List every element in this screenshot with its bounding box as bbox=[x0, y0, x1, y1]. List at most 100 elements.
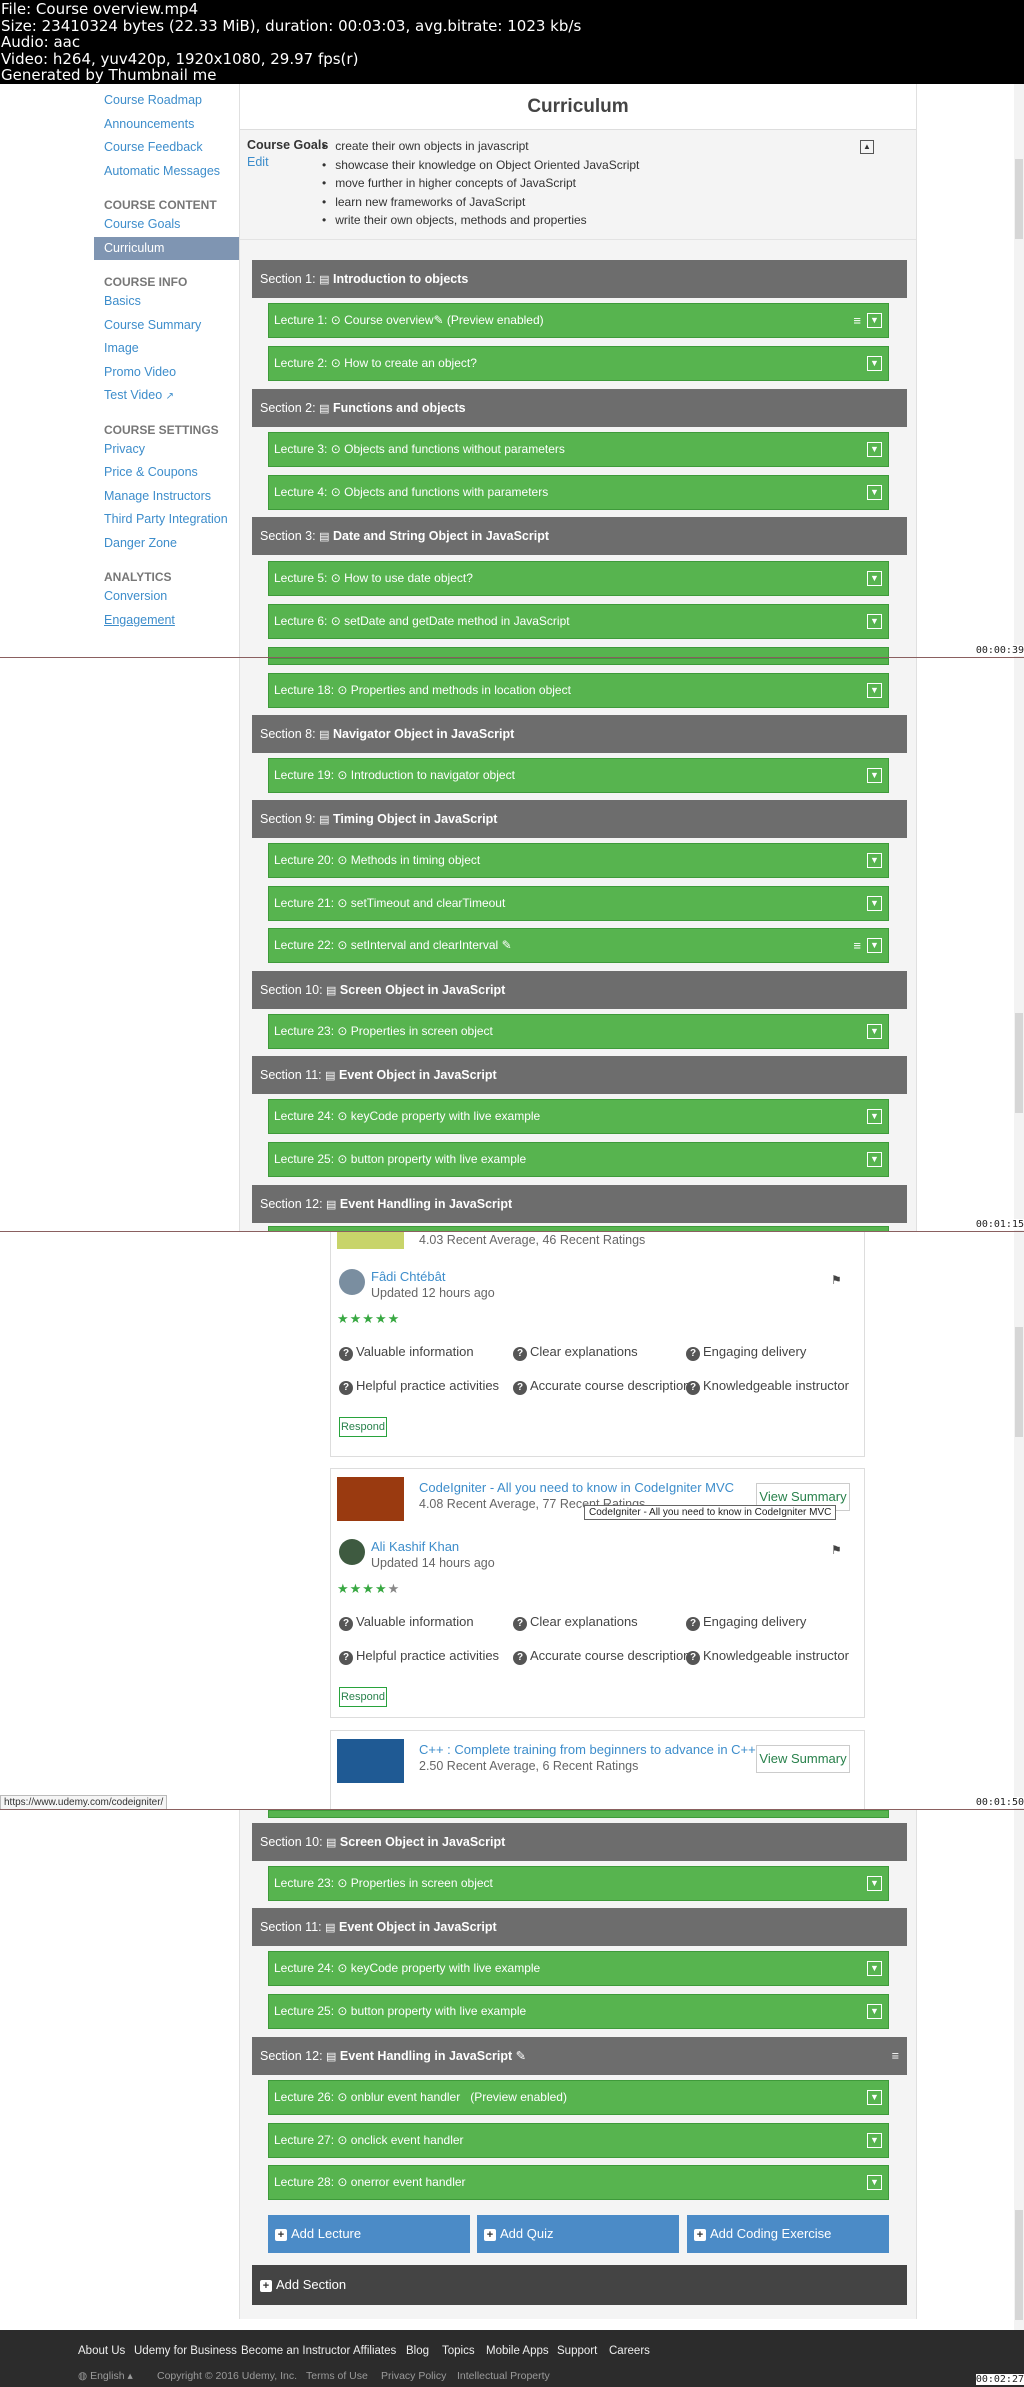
expand-down-icon[interactable]: ▼ bbox=[867, 313, 882, 328]
footer-link-ip[interactable]: Intellectual Property bbox=[457, 2370, 550, 2382]
sidebar-link-messages[interactable]: Automatic Messages bbox=[94, 160, 239, 184]
vertical-scrollbar[interactable] bbox=[1014, 1232, 1024, 1809]
expand-down-icon[interactable]: ▼ bbox=[867, 1152, 882, 1167]
view-summary-button[interactable]: View Summary bbox=[756, 1745, 850, 1773]
section-header[interactable]: Section 3: ▤ Date and String Object in J… bbox=[252, 517, 907, 555]
respond-button[interactable]: Respond bbox=[339, 1687, 387, 1707]
course-title-link[interactable]: C++ : Complete training from beginners t… bbox=[419, 1742, 756, 1757]
language-selector[interactable]: ◍ English ▴ bbox=[78, 2370, 133, 2382]
footer-link-business[interactable]: Udemy for Business bbox=[134, 2345, 237, 2357]
lecture-row[interactable]: Lecture 22: ⊙ setInterval and clearInter… bbox=[268, 928, 889, 963]
expand-down-icon[interactable]: ▼ bbox=[867, 2133, 882, 2148]
expand-down-icon[interactable]: ▼ bbox=[867, 1024, 882, 1039]
course-goals-edit-link[interactable]: Edit bbox=[247, 155, 269, 169]
footer-link-terms[interactable]: Terms of Use bbox=[306, 2370, 368, 2382]
expand-down-icon[interactable]: ▼ bbox=[867, 442, 882, 457]
footer-link-about[interactable]: About Us bbox=[78, 2345, 125, 2357]
vertical-scrollbar[interactable] bbox=[1014, 84, 1024, 657]
sidebar-link-announcements[interactable]: Announcements bbox=[94, 113, 239, 137]
section-header[interactable]: Section 10: ▤ Screen Object in JavaScrip… bbox=[252, 1823, 907, 1861]
lecture-row[interactable]: Lecture 4: ⊙ Objects and functions with … bbox=[268, 475, 889, 510]
footer-link-blog[interactable]: Blog bbox=[406, 2345, 429, 2357]
sidebar-link-engagement[interactable]: Engagement bbox=[94, 609, 239, 633]
expand-down-icon[interactable]: ▼ bbox=[867, 768, 882, 783]
lecture-row[interactable]: Lecture 6: ⊙ setDate and getDate method … bbox=[268, 604, 889, 639]
expand-down-icon[interactable]: ▼ bbox=[867, 356, 882, 371]
lecture-row[interactable]: Lecture 1: ⊙ Course overview✎ (Preview e… bbox=[268, 303, 889, 338]
lecture-row[interactable]: Lecture 20: ⊙ Methods in timing object ▼ bbox=[268, 843, 889, 878]
expand-down-icon[interactable]: ▼ bbox=[867, 1961, 882, 1976]
section-header[interactable]: Section 2: ▤ Functions and objects bbox=[252, 389, 907, 427]
sidebar-link-roadmap[interactable]: Course Roadmap bbox=[94, 89, 239, 113]
sidebar-link-integration[interactable]: Third Party Integration bbox=[94, 508, 239, 532]
expand-down-icon[interactable]: ▼ bbox=[867, 853, 882, 868]
lecture-row[interactable]: Lecture 3: ⊙ Objects and functions witho… bbox=[268, 432, 889, 467]
footer-link-privacy[interactable]: Privacy Policy bbox=[381, 2370, 446, 2382]
lecture-row[interactable]: Lecture 23: ⊙ Properties in screen objec… bbox=[268, 1014, 889, 1049]
respond-button[interactable]: Respond bbox=[339, 1417, 387, 1437]
lecture-row[interactable]: Lecture 19: ⊙ Introduction to navigator … bbox=[268, 758, 889, 793]
add-quiz-button[interactable]: + Add Quiz bbox=[477, 2215, 679, 2253]
expand-down-icon[interactable]: ▼ bbox=[867, 896, 882, 911]
add-lecture-button[interactable]: + Add Lecture bbox=[268, 2215, 470, 2253]
drag-handle-icon[interactable]: ≡ bbox=[853, 929, 861, 962]
lecture-row[interactable]: Lecture 2: ⊙ How to create an object? ▼ bbox=[268, 346, 889, 381]
sidebar-link-instructors[interactable]: Manage Instructors bbox=[94, 485, 239, 509]
section-header[interactable]: Section 11: ▤ Event Object in JavaScript bbox=[252, 1908, 907, 1946]
lecture-row[interactable]: Lecture 28: ⊙ onerror event handler ▼ bbox=[268, 2165, 889, 2200]
pencil-icon[interactable]: ✎ bbox=[516, 2049, 526, 2063]
flag-icon[interactable]: ⚑ bbox=[831, 1543, 842, 1557]
lecture-row[interactable]: Lecture 25: ⊙ button property with live … bbox=[268, 1142, 889, 1177]
expand-down-icon[interactable]: ▼ bbox=[867, 2175, 882, 2190]
sidebar-link-promo[interactable]: Promo Video bbox=[94, 361, 239, 385]
sidebar-link-summary[interactable]: Course Summary bbox=[94, 314, 239, 338]
scrollbar-thumb[interactable] bbox=[1015, 159, 1023, 239]
lecture-row[interactable]: Lecture 5: ⊙ How to use date object? ▼ bbox=[268, 561, 889, 596]
scrollbar-thumb[interactable] bbox=[1015, 2210, 1023, 2320]
section-header[interactable]: Section 8: ▤ Navigator Object in JavaScr… bbox=[252, 715, 907, 753]
lecture-row[interactable]: Lecture 25: ⊙ button property with live … bbox=[268, 1994, 889, 2029]
sidebar-link-price[interactable]: Price & Coupons bbox=[94, 461, 239, 485]
sidebar-link-basics[interactable]: Basics bbox=[94, 290, 239, 314]
vertical-scrollbar[interactable] bbox=[1014, 658, 1024, 1231]
scrollbar-thumb[interactable] bbox=[1015, 1013, 1023, 1113]
reviewer-name[interactable]: Fâdi Chtébât bbox=[371, 1269, 445, 1284]
add-coding-exercise-button[interactable]: + Add Coding Exercise bbox=[687, 2215, 889, 2253]
sidebar-link-curriculum[interactable]: Curriculum bbox=[94, 236, 239, 260]
footer-link-careers[interactable]: Careers bbox=[609, 2345, 650, 2357]
pencil-icon[interactable]: ✎ bbox=[502, 938, 512, 952]
expand-down-icon[interactable]: ▼ bbox=[867, 1109, 882, 1124]
add-section-button[interactable]: + Add Section bbox=[252, 2265, 907, 2305]
sidebar-link-privacy[interactable]: Privacy bbox=[94, 438, 239, 462]
lecture-row[interactable]: Lecture 24: ⊙ keyCode property with live… bbox=[268, 1099, 889, 1134]
footer-link-support[interactable]: Support bbox=[557, 2345, 597, 2357]
lecture-row[interactable]: Lecture 18: ⊙ Properties and methods in … bbox=[268, 673, 889, 708]
section-header[interactable]: Section 1: ▤ Introduction to objects bbox=[252, 260, 907, 298]
scrollbar-thumb[interactable] bbox=[1015, 1327, 1023, 1437]
section-header[interactable]: Section 9: ▤ Timing Object in JavaScript bbox=[252, 800, 907, 838]
expand-down-icon[interactable]: ▼ bbox=[867, 614, 882, 629]
flag-icon[interactable]: ⚑ bbox=[831, 1273, 842, 1287]
lecture-row[interactable]: Lecture 21: ⊙ setTimeout and clearTimeou… bbox=[268, 886, 889, 921]
footer-link-instructor[interactable]: Become an Instructor bbox=[241, 2345, 350, 2357]
drag-handle-icon[interactable]: ≡ bbox=[892, 2037, 899, 2075]
expand-down-icon[interactable]: ▼ bbox=[867, 2004, 882, 2019]
sidebar-link-image[interactable]: Image bbox=[94, 337, 239, 361]
section-header[interactable]: Section 10: ▤ Screen Object in JavaScrip… bbox=[252, 971, 907, 1009]
footer-link-affiliates[interactable]: Affiliates bbox=[353, 2345, 396, 2357]
drag-handle-icon[interactable]: ≡ bbox=[853, 304, 861, 337]
section-header[interactable]: Section 12: ▤ Event Handling in JavaScri… bbox=[252, 2037, 907, 2075]
vertical-scrollbar[interactable] bbox=[1014, 1810, 1024, 2330]
lecture-row[interactable]: Lecture 27: ⊙ onclick event handler ▼ bbox=[268, 2123, 889, 2158]
section-header[interactable]: Section 12: ▤ Event Handling in JavaScri… bbox=[252, 1185, 907, 1223]
pencil-icon[interactable]: ✎ bbox=[434, 313, 444, 327]
collapse-up-icon[interactable]: ▲ bbox=[860, 140, 874, 154]
expand-down-icon[interactable]: ▼ bbox=[867, 1876, 882, 1891]
expand-down-icon[interactable]: ▼ bbox=[867, 683, 882, 698]
course-title-link[interactable]: CodeIgniter - All you need to know in Co… bbox=[419, 1480, 734, 1495]
sidebar-link-test-video[interactable]: Test Video ↗ bbox=[94, 384, 239, 408]
expand-down-icon[interactable]: ▼ bbox=[867, 2090, 882, 2105]
lecture-row[interactable]: Lecture 24: ⊙ keyCode property with live… bbox=[268, 1951, 889, 1986]
section-header[interactable]: Section 11: ▤ Event Object in JavaScript bbox=[252, 1056, 907, 1094]
footer-link-mobile[interactable]: Mobile Apps bbox=[486, 2345, 549, 2357]
